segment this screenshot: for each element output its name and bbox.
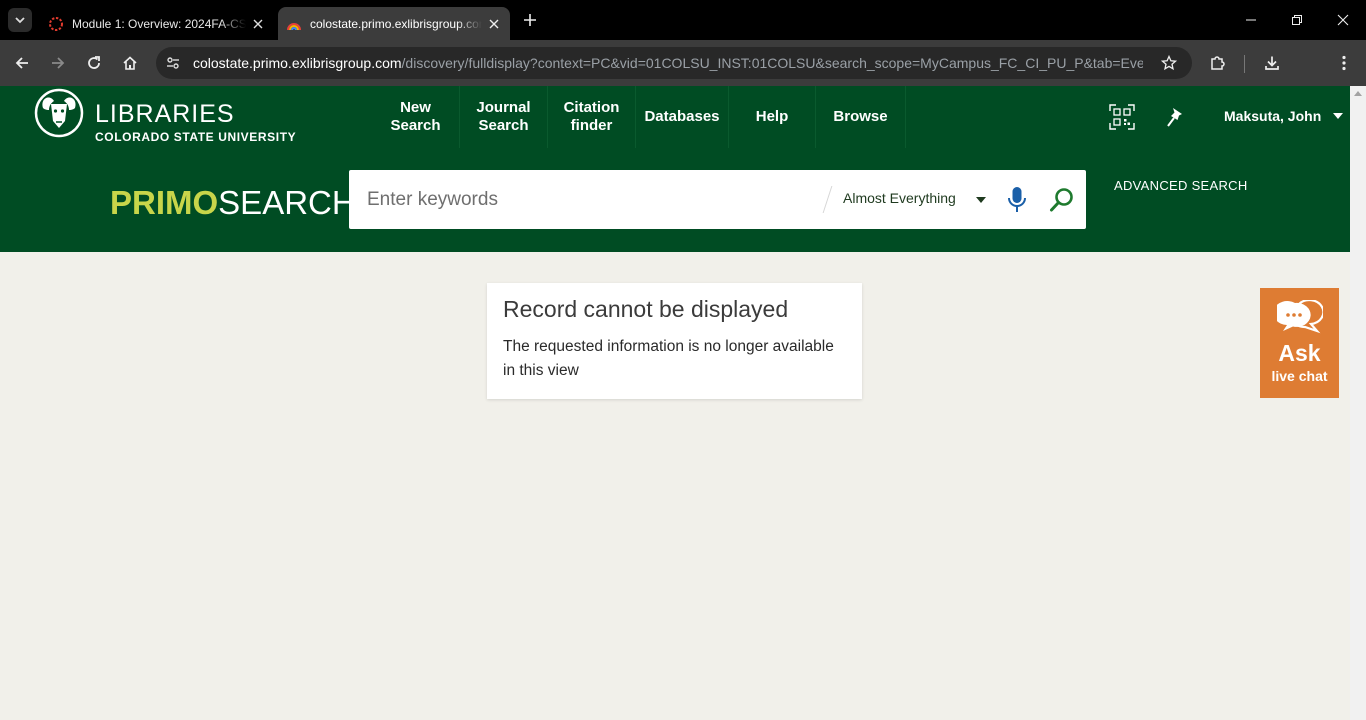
puzzle-icon xyxy=(1211,56,1225,70)
canvas-icon xyxy=(49,16,63,31)
plus-icon xyxy=(524,14,536,26)
search-scope-select[interactable]: Almost Everything xyxy=(843,190,956,206)
toolbar-divider xyxy=(1244,55,1245,73)
url-path: /discovery/fulldisplay?context=PC&vid=01… xyxy=(401,55,1143,71)
caret-down-icon xyxy=(1333,113,1344,119)
nav-help[interactable]: Help xyxy=(729,86,815,148)
search-bar: PRIMOSEARCH Almost Everything ADVANCED xyxy=(0,148,1350,252)
url-text: colostate.primo.exlibrisgroup.com/discov… xyxy=(193,55,1143,71)
close-icon[interactable] xyxy=(482,12,506,36)
logo-subtitle: COLORADO STATE UNIVERSITY xyxy=(95,130,297,144)
nav-label: Search xyxy=(478,117,529,134)
ask-live-chat-button[interactable]: Ask live chat xyxy=(1260,288,1339,398)
qr-code-icon xyxy=(1109,104,1135,130)
browser-tab-strip: Module 1: Overview: 2024FA-CS colostate.… xyxy=(0,0,1366,40)
brand-search: SEARCH xyxy=(218,184,356,221)
arrow-right-icon xyxy=(52,57,65,69)
arrow-left-icon xyxy=(15,57,28,69)
back-button[interactable] xyxy=(8,49,36,77)
pinned-items-button[interactable] xyxy=(1160,102,1190,132)
extensions-button[interactable] xyxy=(1204,49,1232,77)
tab-title: colostate.primo.exlibrisgroup.com xyxy=(310,16,482,31)
minimize-icon xyxy=(1246,19,1256,21)
more-vertical-icon xyxy=(1342,55,1346,71)
nav-label: Citation xyxy=(563,99,620,116)
close-icon xyxy=(1337,14,1349,26)
caret-down-icon[interactable] xyxy=(976,197,986,203)
reload-icon xyxy=(88,56,100,69)
url-host: colostate.primo.exlibrisgroup.com xyxy=(193,55,402,71)
qr-code-button[interactable] xyxy=(1107,102,1137,132)
error-title: Record cannot be displayed xyxy=(503,296,789,322)
reload-button[interactable] xyxy=(80,49,108,77)
star-icon xyxy=(1161,55,1177,71)
search-box: Almost Everything xyxy=(349,170,1086,229)
close-window-button[interactable] xyxy=(1320,0,1366,40)
nav-journal-search[interactable]: Journal Search xyxy=(460,86,547,148)
pin-icon xyxy=(1167,108,1182,127)
user-name: Maksuta, John xyxy=(1224,108,1322,124)
tab-search-button[interactable] xyxy=(8,8,32,32)
nav-citation-finder[interactable]: Citation finder xyxy=(548,86,635,148)
home-icon xyxy=(123,56,137,70)
voice-search-button[interactable] xyxy=(1004,186,1030,214)
scope-divider xyxy=(822,186,833,213)
nav-label: Journal xyxy=(476,99,531,116)
browser-toolbar: colostate.primo.exlibrisgroup.com/discov… xyxy=(0,40,1366,86)
page-scrollbar[interactable] xyxy=(1350,86,1366,720)
home-button[interactable] xyxy=(116,49,144,77)
minimize-button[interactable] xyxy=(1228,0,1274,40)
tab-module-overview[interactable]: Module 1: Overview: 2024FA-CS xyxy=(40,7,274,40)
advanced-search-link[interactable]: ADVANCED SEARCH xyxy=(1114,178,1248,193)
restore-button[interactable] xyxy=(1274,0,1320,40)
download-icon xyxy=(1265,56,1279,70)
brand-primo: PRIMO xyxy=(110,184,219,221)
microphone-icon xyxy=(1008,187,1026,212)
search-submit-button[interactable] xyxy=(1048,186,1076,214)
nav-label: New xyxy=(400,99,431,116)
primo-icon xyxy=(287,22,301,30)
nav-label: Search xyxy=(390,117,441,134)
error-body: The requested information is no longer a… xyxy=(503,338,834,379)
bookmark-star-button[interactable] xyxy=(1158,52,1180,74)
search-icon xyxy=(1050,188,1073,212)
site-info-icon[interactable] xyxy=(159,49,187,77)
error-message-card: Record cannot be displayed The requested… xyxy=(487,283,862,399)
nav-label: Help xyxy=(755,108,789,125)
nav-databases[interactable]: Databases xyxy=(636,86,728,148)
browser-menu-button[interactable] xyxy=(1330,49,1358,77)
close-icon[interactable] xyxy=(246,12,270,36)
forward-button[interactable] xyxy=(44,49,72,77)
page-content: LIBRARIES COLORADO STATE UNIVERSITY New S… xyxy=(0,86,1350,720)
restore-icon xyxy=(1292,15,1302,25)
nav-divider xyxy=(905,86,906,148)
chat-ask-label: Ask xyxy=(1278,340,1321,366)
search-input[interactable] xyxy=(367,170,817,229)
chat-live-label: live chat xyxy=(1271,368,1328,384)
scroll-up-arrow-icon[interactable] xyxy=(1354,91,1362,96)
downloads-button[interactable] xyxy=(1258,49,1286,77)
tab-title: Module 1: Overview: 2024FA-CS xyxy=(72,16,246,31)
nav-label: finder xyxy=(570,117,613,134)
chevron-down-icon xyxy=(15,17,25,24)
user-menu[interactable]: Maksuta, John xyxy=(1224,108,1344,124)
nav-label: Databases xyxy=(644,108,720,125)
site-header: LIBRARIES COLORADO STATE UNIVERSITY New S… xyxy=(0,86,1350,148)
nav-new-search[interactable]: New Search xyxy=(372,86,459,148)
primo-search-brand: PRIMOSEARCH xyxy=(110,184,356,222)
address-bar[interactable]: colostate.primo.exlibrisgroup.com/discov… xyxy=(156,47,1192,79)
nav-browse[interactable]: Browse xyxy=(816,86,905,148)
ram-logo-icon xyxy=(34,88,84,138)
chat-bubbles-icon xyxy=(1277,300,1323,334)
nav-label: Browse xyxy=(833,108,888,125)
csu-libraries-logo[interactable]: LIBRARIES COLORADO STATE UNIVERSITY xyxy=(34,88,304,146)
new-tab-button[interactable] xyxy=(518,8,542,32)
logo-title: LIBRARIES xyxy=(95,100,235,128)
tab-primo[interactable]: colostate.primo.exlibrisgroup.com xyxy=(278,7,510,40)
